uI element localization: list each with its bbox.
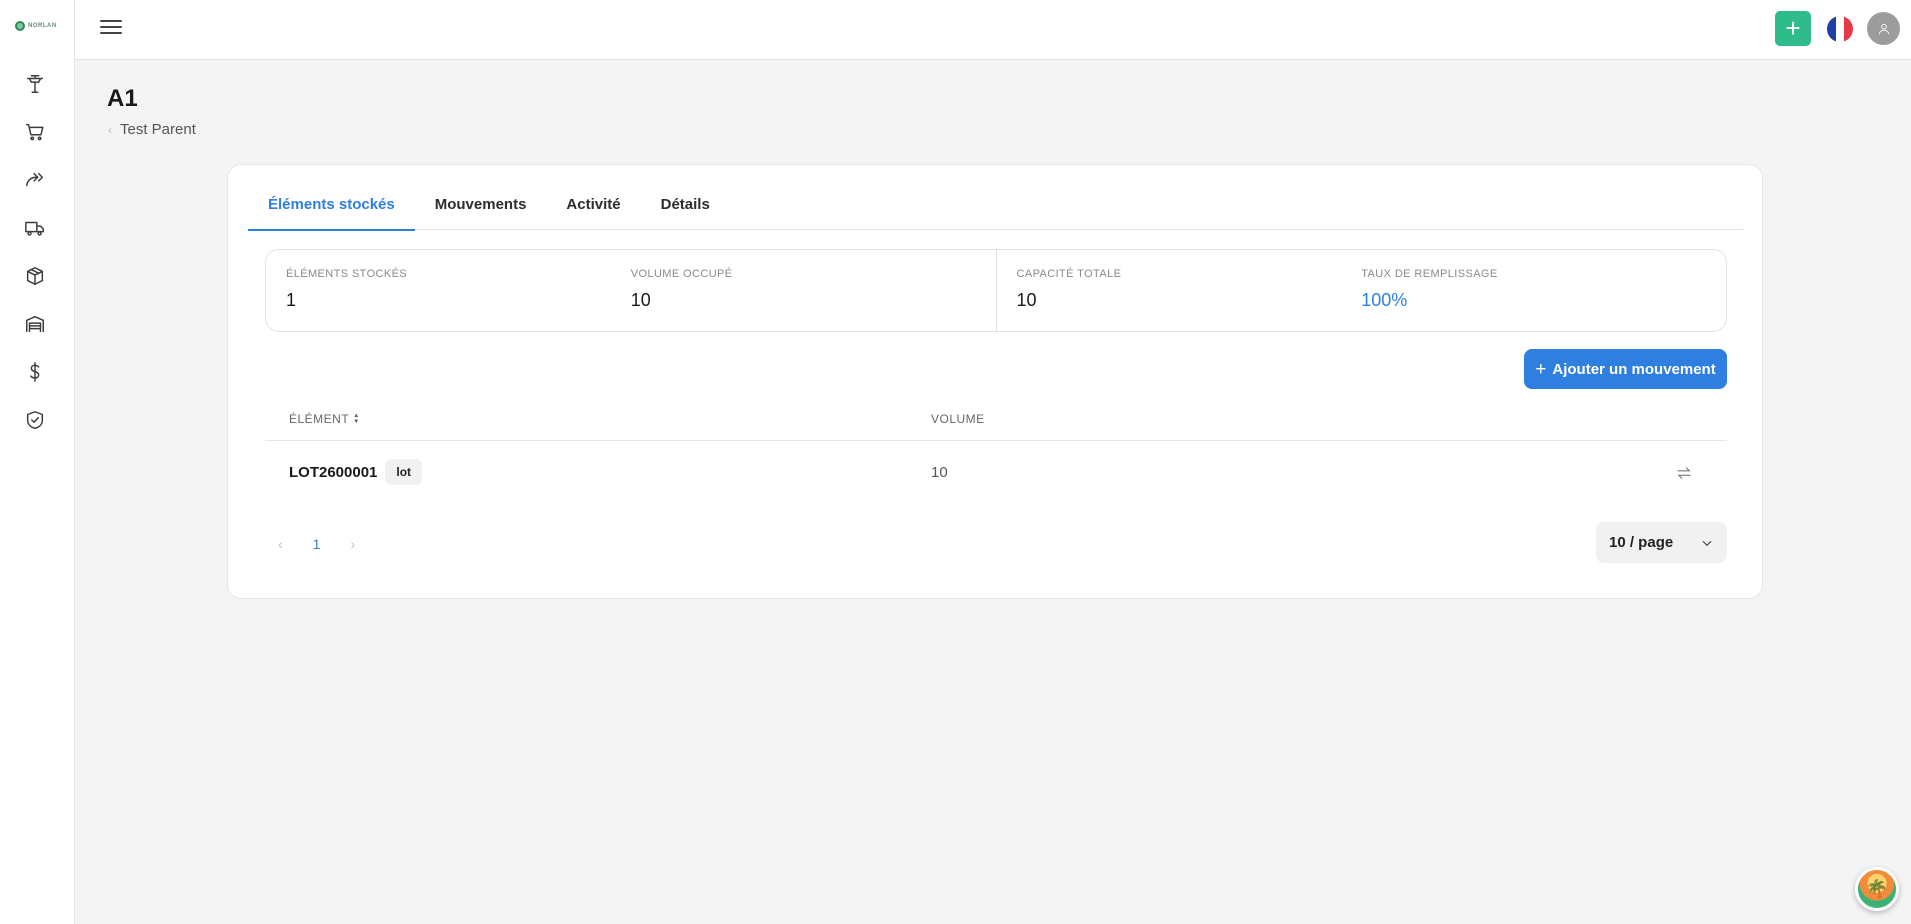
lot-code-link[interactable]: LOT2600001 <box>289 464 377 481</box>
palm-tree-icon: 🌴 <box>1865 878 1889 899</box>
page-size-value: 10 / page <box>1609 534 1674 551</box>
stat-occupied-volume: Volume occupé 10 <box>631 250 976 331</box>
floating-assistant-button[interactable]: 🌴 <box>1855 867 1899 911</box>
table-header: ÉLÉMENT ▲ ▼ VOLUME <box>265 395 1727 441</box>
breadcrumb-parent-link[interactable]: Test Parent <box>120 121 196 138</box>
page-title: A1 <box>107 85 138 112</box>
user-avatar[interactable] <box>1867 12 1900 45</box>
shield-check-icon <box>26 411 44 429</box>
pagination: ‹ 1 › <box>278 536 355 552</box>
column-header-label: ÉLÉMENT <box>289 412 350 426</box>
plus-icon: + <box>1535 358 1547 380</box>
tab-bar: Éléments stockés Mouvements Activité Dét… <box>248 189 1743 231</box>
chevron-down-icon <box>1702 540 1712 546</box>
swap-arrows-icon <box>1677 467 1691 479</box>
stat-value: 10 <box>630 290 651 310</box>
sidebar-item-billing[interactable] <box>23 360 47 384</box>
tab-details[interactable]: Détails <box>641 189 730 230</box>
stat-value: 10 <box>1016 290 1037 310</box>
forward-icon <box>26 172 44 187</box>
stat-value: 1 <box>286 290 297 310</box>
column-header-volume: VOLUME <box>931 412 985 426</box>
stat-fill-rate: Taux de remplissage 100% <box>1361 250 1706 331</box>
quick-add-button[interactable]: + <box>1775 11 1811 46</box>
sidebar-item-warehouse[interactable] <box>23 312 47 336</box>
type-tag: lot <box>385 459 423 485</box>
stats-panel: Éléments stockés 1 Volume occupé 10 Capa… <box>265 249 1727 332</box>
stat-label: Taux de remplissage <box>1361 268 1498 280</box>
page-size-select[interactable]: 10 / page <box>1596 522 1727 563</box>
transfer-action-button[interactable] <box>1675 464 1695 484</box>
tab-stored-items[interactable]: Éléments stockés <box>248 189 415 231</box>
tab-activity[interactable]: Activité <box>546 189 640 230</box>
stat-label: Éléments stockés <box>286 268 408 280</box>
logo-mark <box>15 21 25 31</box>
dollar-icon <box>30 362 40 382</box>
breadcrumb[interactable]: ‹ Test Parent <box>108 121 196 138</box>
table-row: LOT2600001 lot 10 <box>265 442 1727 504</box>
chevron-left-icon: ‹ <box>108 122 112 137</box>
cell-volume: 10 <box>931 464 948 481</box>
warehouse-icon <box>26 315 44 333</box>
sidebar-item-security[interactable] <box>23 408 47 432</box>
app-logo[interactable]: NORLAN <box>15 21 57 31</box>
page-number-current[interactable]: 1 <box>313 536 321 552</box>
tab-movements[interactable]: Mouvements <box>415 189 547 230</box>
add-movement-button[interactable]: + Ajouter un mouvement <box>1524 349 1727 389</box>
next-page-button[interactable]: › <box>350 536 355 552</box>
language-flag-fr-icon[interactable] <box>1827 16 1853 42</box>
box-icon <box>26 267 44 285</box>
stats-group-capacity: Capacité totale 10 Taux de remplissage 1… <box>995 250 1727 331</box>
stat-label: Volume occupé <box>630 268 733 280</box>
truck-icon <box>25 221 44 236</box>
sidebar: NORLAN <box>0 0 75 924</box>
plus-icon: + <box>1785 12 1801 43</box>
sidebar-item-shipping[interactable] <box>23 216 47 240</box>
user-icon <box>1878 23 1889 34</box>
stat-value: 100% <box>1361 290 1408 310</box>
top-header: + <box>75 0 1911 60</box>
tower-icon <box>26 75 44 93</box>
sidebar-item-orders[interactable] <box>23 120 47 144</box>
prev-page-button[interactable]: ‹ <box>278 536 283 552</box>
sidebar-item-transfers[interactable] <box>23 168 47 192</box>
location-card: Éléments stockés Mouvements Activité Dét… <box>227 164 1763 599</box>
sort-icon: ▲ ▼ <box>353 413 360 425</box>
stat-total-capacity: Capacité totale 10 <box>1017 250 1362 331</box>
column-header-element[interactable]: ÉLÉMENT ▲ ▼ <box>289 412 360 426</box>
stored-items-table: ÉLÉMENT ▲ ▼ VOLUME LOT2600001 lot 10 <box>265 395 1727 485</box>
sidebar-item-products[interactable] <box>23 264 47 288</box>
stat-label: Capacité totale <box>1016 268 1122 280</box>
stat-stored-items: Éléments stockés 1 <box>286 250 631 331</box>
cell-element: LOT2600001 lot <box>289 459 423 485</box>
menu-line <box>100 32 122 34</box>
logo-text: NORLAN <box>28 23 57 29</box>
hamburger-menu-button[interactable] <box>100 17 122 39</box>
cart-icon <box>26 123 44 141</box>
sidebar-item-dashboard[interactable] <box>23 72 47 96</box>
menu-line <box>100 20 122 22</box>
add-movement-label: Ajouter un mouvement <box>1552 360 1716 378</box>
stats-group-usage: Éléments stockés 1 Volume occupé 10 <box>266 250 996 331</box>
menu-line <box>100 26 122 28</box>
